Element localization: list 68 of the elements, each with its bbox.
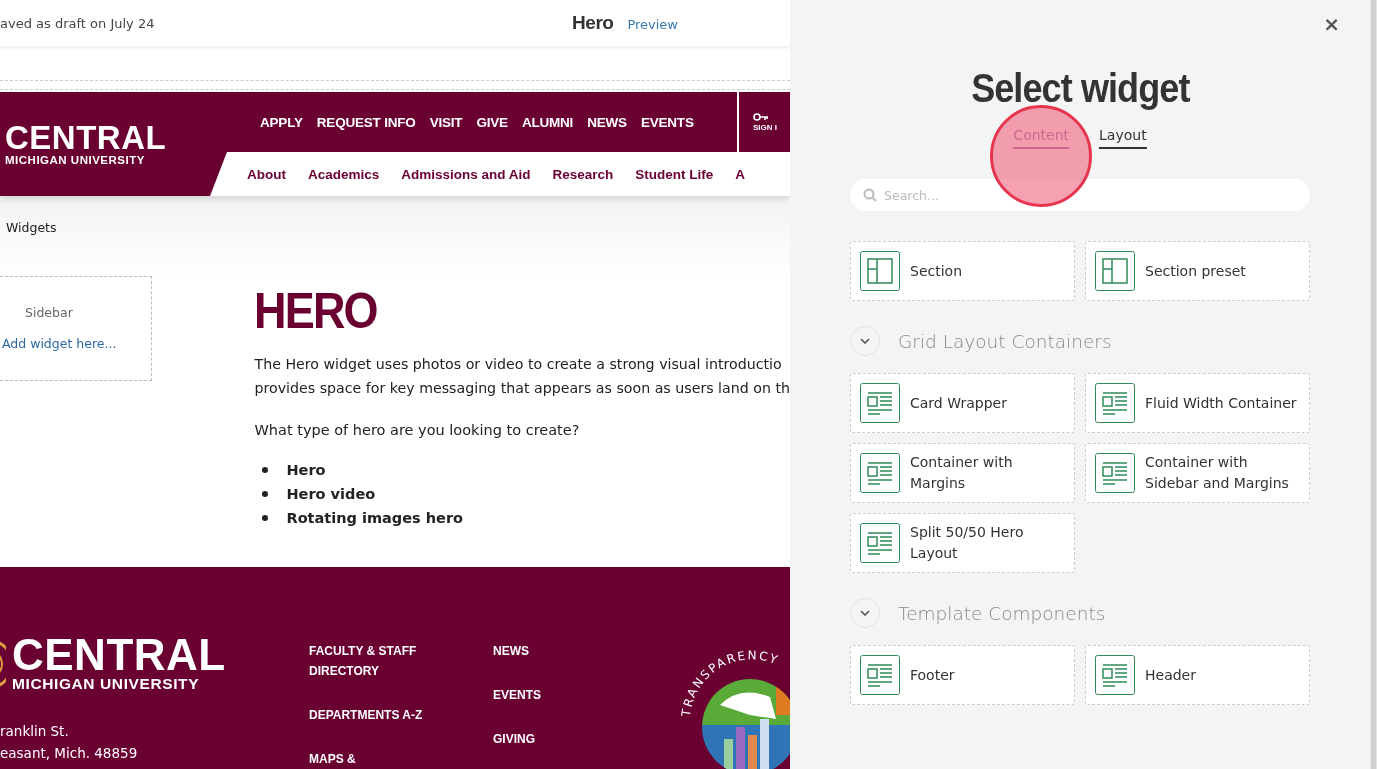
list-item: Hero <box>254 458 790 482</box>
close-button[interactable]: × <box>1323 14 1340 34</box>
main-nav-link[interactable]: About <box>247 166 286 182</box>
widget-card[interactable]: Container with Sidebar and Margins <box>1085 443 1310 503</box>
layout-icon <box>860 655 900 695</box>
main-nav-link[interactable]: Research <box>552 166 614 182</box>
chevron-down-icon <box>860 338 870 344</box>
section-icon <box>860 251 900 291</box>
logo-wordmark[interactable]: CENTRAL <box>5 122 210 154</box>
paragraph-line: provides space for key messaging that appears as soon as users land on th <box>254 379 790 398</box>
page-title: Hero <box>572 12 614 34</box>
utility-nav-link[interactable]: EVENTS <box>640 114 694 130</box>
sidebar-label: Sidebar <box>24 305 74 320</box>
utility-nav-link[interactable]: APPLY <box>260 114 303 130</box>
utility-nav-link[interactable]: ALUMNI <box>521 114 574 130</box>
layout-icon <box>1095 453 1135 493</box>
widget-card[interactable]: Section preset <box>1085 241 1310 301</box>
paragraph-line: The Hero widget uses photos or video to create a strong visual introductio <box>254 355 783 374</box>
widget-card[interactable]: Header <box>1085 645 1310 705</box>
footer-logo-subtitle[interactable]: MICHIGAN UNIVERSITY <box>12 675 226 693</box>
widget-card[interactable]: Footer <box>850 645 1075 705</box>
widget-card[interactable]: Section <box>850 241 1075 301</box>
widget-card[interactable]: Container with Margins <box>850 443 1075 503</box>
main-nav-link[interactable]: Student Life <box>635 166 714 182</box>
footer-logo-wordmark[interactable]: CENTRAL <box>12 635 226 675</box>
main-nav-link[interactable]: Admissions and Aid <box>401 166 531 182</box>
utility-nav-link[interactable]: NEWS <box>587 114 627 130</box>
preview-link[interactable]: Preview <box>627 17 678 32</box>
main-nav-link[interactable]: Academics <box>308 166 380 182</box>
utility-nav-link[interactable]: VISIT <box>429 114 463 130</box>
address-line: ranklin St. <box>0 723 70 739</box>
layout-icon <box>860 523 900 563</box>
footer-link[interactable]: EVENTS <box>493 685 673 705</box>
page-heading: HERO <box>254 282 379 340</box>
panel-title: Select widget <box>970 66 1190 111</box>
search-field[interactable]: Search... <box>850 179 1310 211</box>
widget-card[interactable]: Split 50/50 Hero Layout <box>850 513 1075 573</box>
breadcrumb[interactable]: Widgets <box>6 220 57 235</box>
layout-icon <box>1095 383 1135 423</box>
chevron-down-icon <box>860 610 870 616</box>
address-line: easant, Mich. 48859 <box>0 745 139 761</box>
group-title: Template Components <box>898 602 1106 624</box>
layout-icon <box>860 383 900 423</box>
layout-icon <box>1095 655 1135 695</box>
search-icon <box>863 188 877 202</box>
save-status: aved as draft on July 24 <box>0 15 155 31</box>
add-widget-link[interactable]: Add widget here... <box>2 336 152 351</box>
question-text: What type of hero are you looking to create? <box>254 422 581 438</box>
tab[interactable]: Layout <box>1099 127 1147 149</box>
list-item: Hero video <box>254 482 790 506</box>
footer-link[interactable]: DEPARTMENTS A-Z <box>309 705 439 725</box>
footer-link[interactable]: MAPS & <box>309 749 439 769</box>
utility-nav-link[interactable]: GIVE <box>476 114 508 130</box>
key-icon <box>753 112 769 121</box>
footer-link[interactable]: GIVING <box>493 729 673 749</box>
sign-in-link[interactable]: SIGN I <box>753 122 777 132</box>
logo-subtitle[interactable]: MICHIGAN UNIVERSITY <box>5 154 210 166</box>
utility-nav-link[interactable]: REQUEST INFO <box>316 114 416 130</box>
widget-card[interactable]: Card Wrapper <box>850 373 1075 433</box>
list-item: Rotating images hero <box>254 506 790 530</box>
layout-icon <box>860 453 900 493</box>
footer-link[interactable]: FACULTY & STAFF DIRECTORY <box>309 641 439 681</box>
group-title: Grid Layout Containers <box>898 330 1112 352</box>
widget-card[interactable]: Fluid Width Container <box>1085 373 1310 433</box>
section-icon <box>1095 251 1135 291</box>
scrollbar[interactable] <box>1371 0 1376 769</box>
footer-link[interactable]: NEWS <box>493 641 673 661</box>
main-nav-link[interactable]: A <box>735 166 746 182</box>
